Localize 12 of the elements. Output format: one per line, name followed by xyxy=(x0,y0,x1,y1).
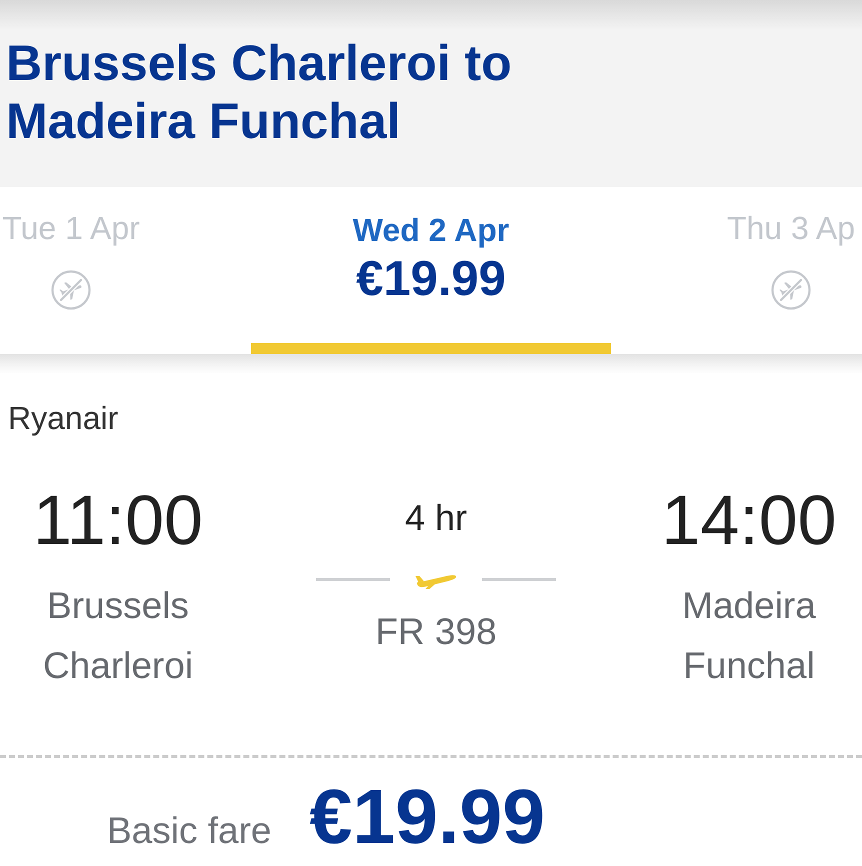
no-flight-icon xyxy=(771,270,811,310)
route-title: Brussels Charleroi to Madeira Funchal xyxy=(6,34,513,150)
arrival-time: 14:00 xyxy=(661,480,837,560)
airline-name: Ryanair xyxy=(7,399,118,438)
no-flight-icon xyxy=(51,270,91,310)
flight-number: FR 398 xyxy=(375,610,497,654)
fare-label: Basic fare xyxy=(107,809,272,853)
flight-duration: 4 hr xyxy=(404,496,468,540)
departure-time: 11:00 xyxy=(33,480,203,560)
departure-airport: Brussels Charleroi xyxy=(42,584,194,688)
arrival-airport: Madeira Funchal xyxy=(681,584,817,688)
fare-price: €19.99 xyxy=(310,782,546,852)
